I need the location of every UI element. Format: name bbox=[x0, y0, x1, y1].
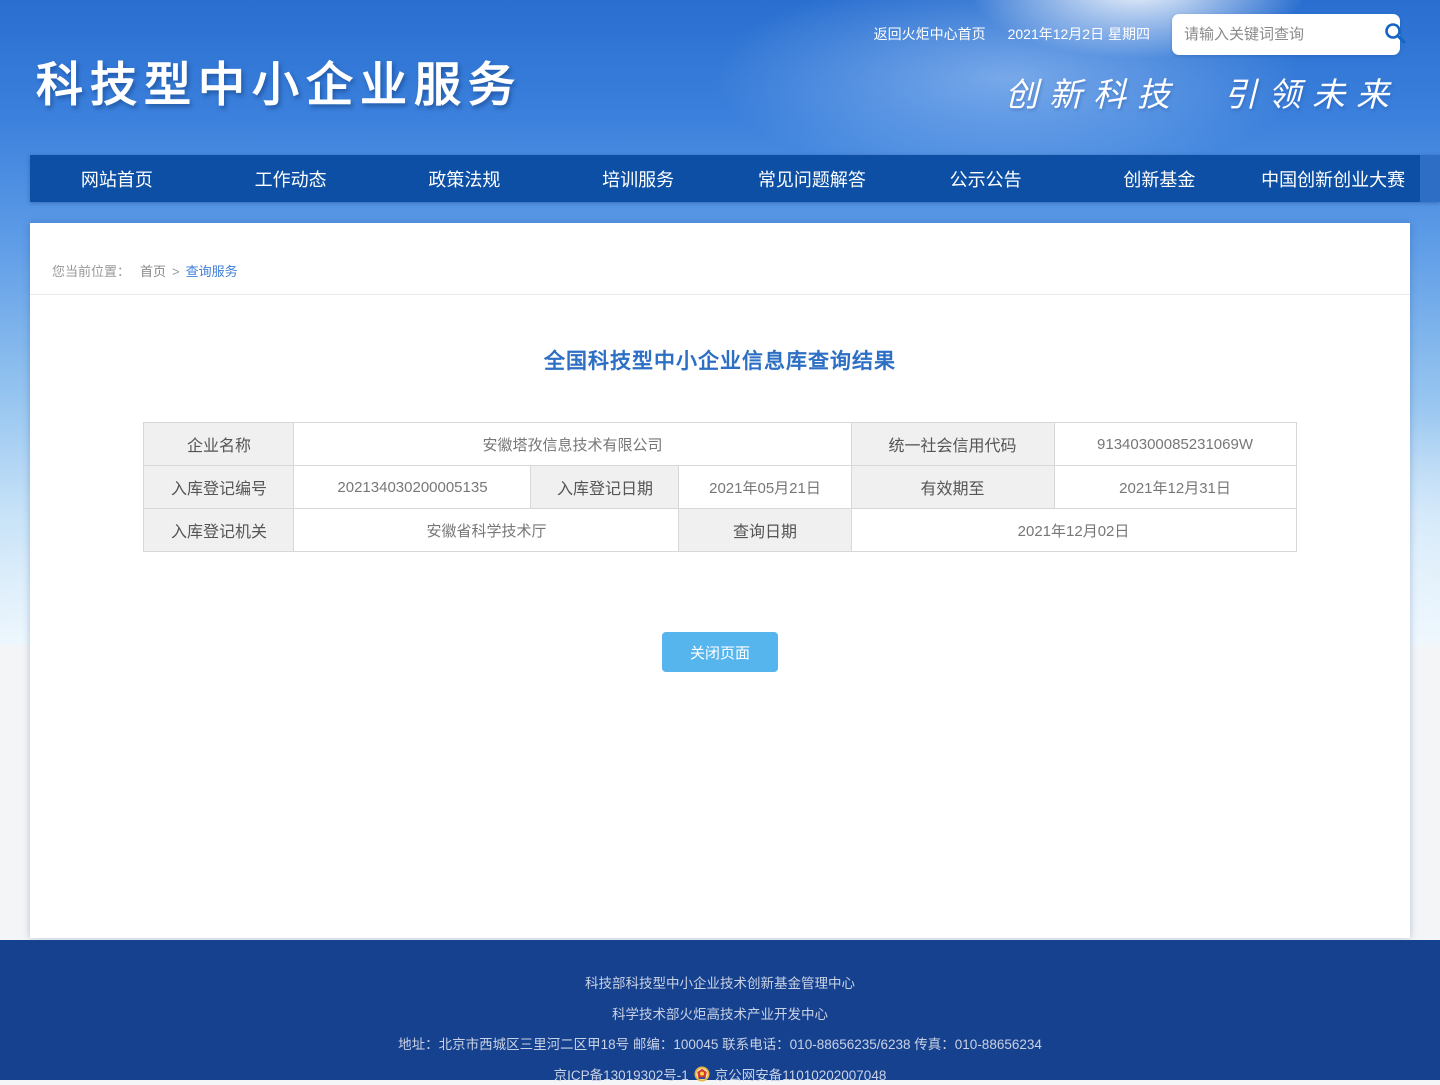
breadcrumb-separator: > bbox=[172, 264, 180, 279]
table-row: 入库登记编号 202134030200005135 入库登记日期 2021年05… bbox=[144, 466, 1296, 509]
search-input[interactable] bbox=[1184, 26, 1383, 43]
field-credit-code-value: 91340300085231069W bbox=[1054, 423, 1296, 466]
magnifier-icon bbox=[1383, 21, 1407, 48]
field-registration-date-label: 入库登记日期 bbox=[531, 466, 679, 509]
search-button[interactable] bbox=[1383, 20, 1407, 48]
current-date: 2021年12月2日 星期四 bbox=[1008, 24, 1150, 44]
field-query-date-label: 查询日期 bbox=[679, 509, 851, 552]
police-badge-icon bbox=[694, 1066, 710, 1082]
field-registration-no-value: 202134030200005135 bbox=[294, 466, 531, 509]
nav-item-faq[interactable]: 常见问题解答 bbox=[725, 155, 899, 202]
breadcrumb: 您当前位置： 首页 > 查询服务 bbox=[30, 223, 1410, 295]
police-record-link[interactable]: 京公网安备11010202007048 bbox=[715, 1064, 887, 1084]
nav-end-cap bbox=[1420, 155, 1440, 202]
nav-item-policies[interactable]: 政策法规 bbox=[378, 155, 552, 202]
breadcrumb-current-link[interactable]: 查询服务 bbox=[186, 264, 238, 279]
footer-icp-line: 京ICP备13019302号-1 京公网安备11010202007048 bbox=[554, 1064, 887, 1084]
main-navigation: 网站首页 工作动态 政策法规 培训服务 常见问题解答 公示公告 创新基金 中国创… bbox=[30, 155, 1440, 202]
back-to-torch-center-link[interactable]: 返回火炬中心首页 bbox=[874, 24, 986, 44]
nav-item-innovation-fund[interactable]: 创新基金 bbox=[1073, 155, 1247, 202]
field-registration-authority-label: 入库登记机关 bbox=[144, 509, 294, 552]
breadcrumb-home-link[interactable]: 首页 bbox=[140, 264, 166, 279]
footer-org-line1: 科技部科技型中小企业技术创新基金管理中心 bbox=[585, 972, 855, 992]
icp-record-link[interactable]: 京ICP备13019302号-1 bbox=[554, 1064, 689, 1084]
slogan-calligraphy: 创新科技 引领未来 bbox=[1005, 68, 1400, 116]
table-row: 企业名称 安徽塔孜信息技术有限公司 统一社会信用代码 9134030008523… bbox=[144, 423, 1296, 466]
nav-item-work-news[interactable]: 工作动态 bbox=[204, 155, 378, 202]
footer-org-line2: 科学技术部火炬高技术产业开发中心 bbox=[612, 1003, 828, 1023]
breadcrumb-prefix: 您当前位置： bbox=[52, 264, 130, 279]
field-company-name-value: 安徽塔孜信息技术有限公司 bbox=[294, 423, 851, 466]
site-footer: 科技部科技型中小企业技术创新基金管理中心 科学技术部火炬高技术产业开发中心 地址… bbox=[0, 940, 1440, 1080]
field-valid-until-label: 有效期至 bbox=[851, 466, 1054, 509]
field-registration-date-value: 2021年05月21日 bbox=[679, 466, 851, 509]
field-credit-code-label: 统一社会信用代码 bbox=[851, 423, 1054, 466]
content-panel: 您当前位置： 首页 > 查询服务 全国科技型中小企业信息库查询结果 企业名称 安徽塔孜… bbox=[30, 223, 1410, 938]
field-registration-no-label: 入库登记编号 bbox=[144, 466, 294, 509]
field-query-date-value: 2021年12月02日 bbox=[851, 509, 1296, 552]
field-registration-authority-value: 安徽省科学技术厅 bbox=[294, 509, 679, 552]
query-result-table: 企业名称 安徽塔孜信息技术有限公司 统一社会信用代码 9134030008523… bbox=[143, 422, 1296, 552]
field-valid-until-value: 2021年12月31日 bbox=[1054, 466, 1296, 509]
nav-item-announcements[interactable]: 公示公告 bbox=[899, 155, 1073, 202]
table-row: 入库登记机关 安徽省科学技术厅 查询日期 2021年12月02日 bbox=[144, 509, 1296, 552]
nav-item-training[interactable]: 培训服务 bbox=[551, 155, 725, 202]
page-title: 全国科技型中小企业信息库查询结果 bbox=[30, 345, 1410, 375]
close-page-button[interactable]: 关闭页面 bbox=[662, 632, 778, 672]
site-title: 科技型中小企业服务 bbox=[36, 46, 522, 115]
field-company-name-label: 企业名称 bbox=[144, 423, 294, 466]
nav-item-home[interactable]: 网站首页 bbox=[30, 155, 204, 202]
footer-contact-line: 地址：北京市西城区三里河二区甲18号 邮编：100045 联系电话：010-88… bbox=[398, 1033, 1042, 1053]
nav-item-innovation-competition[interactable]: 中国创新创业大赛 bbox=[1246, 155, 1420, 202]
